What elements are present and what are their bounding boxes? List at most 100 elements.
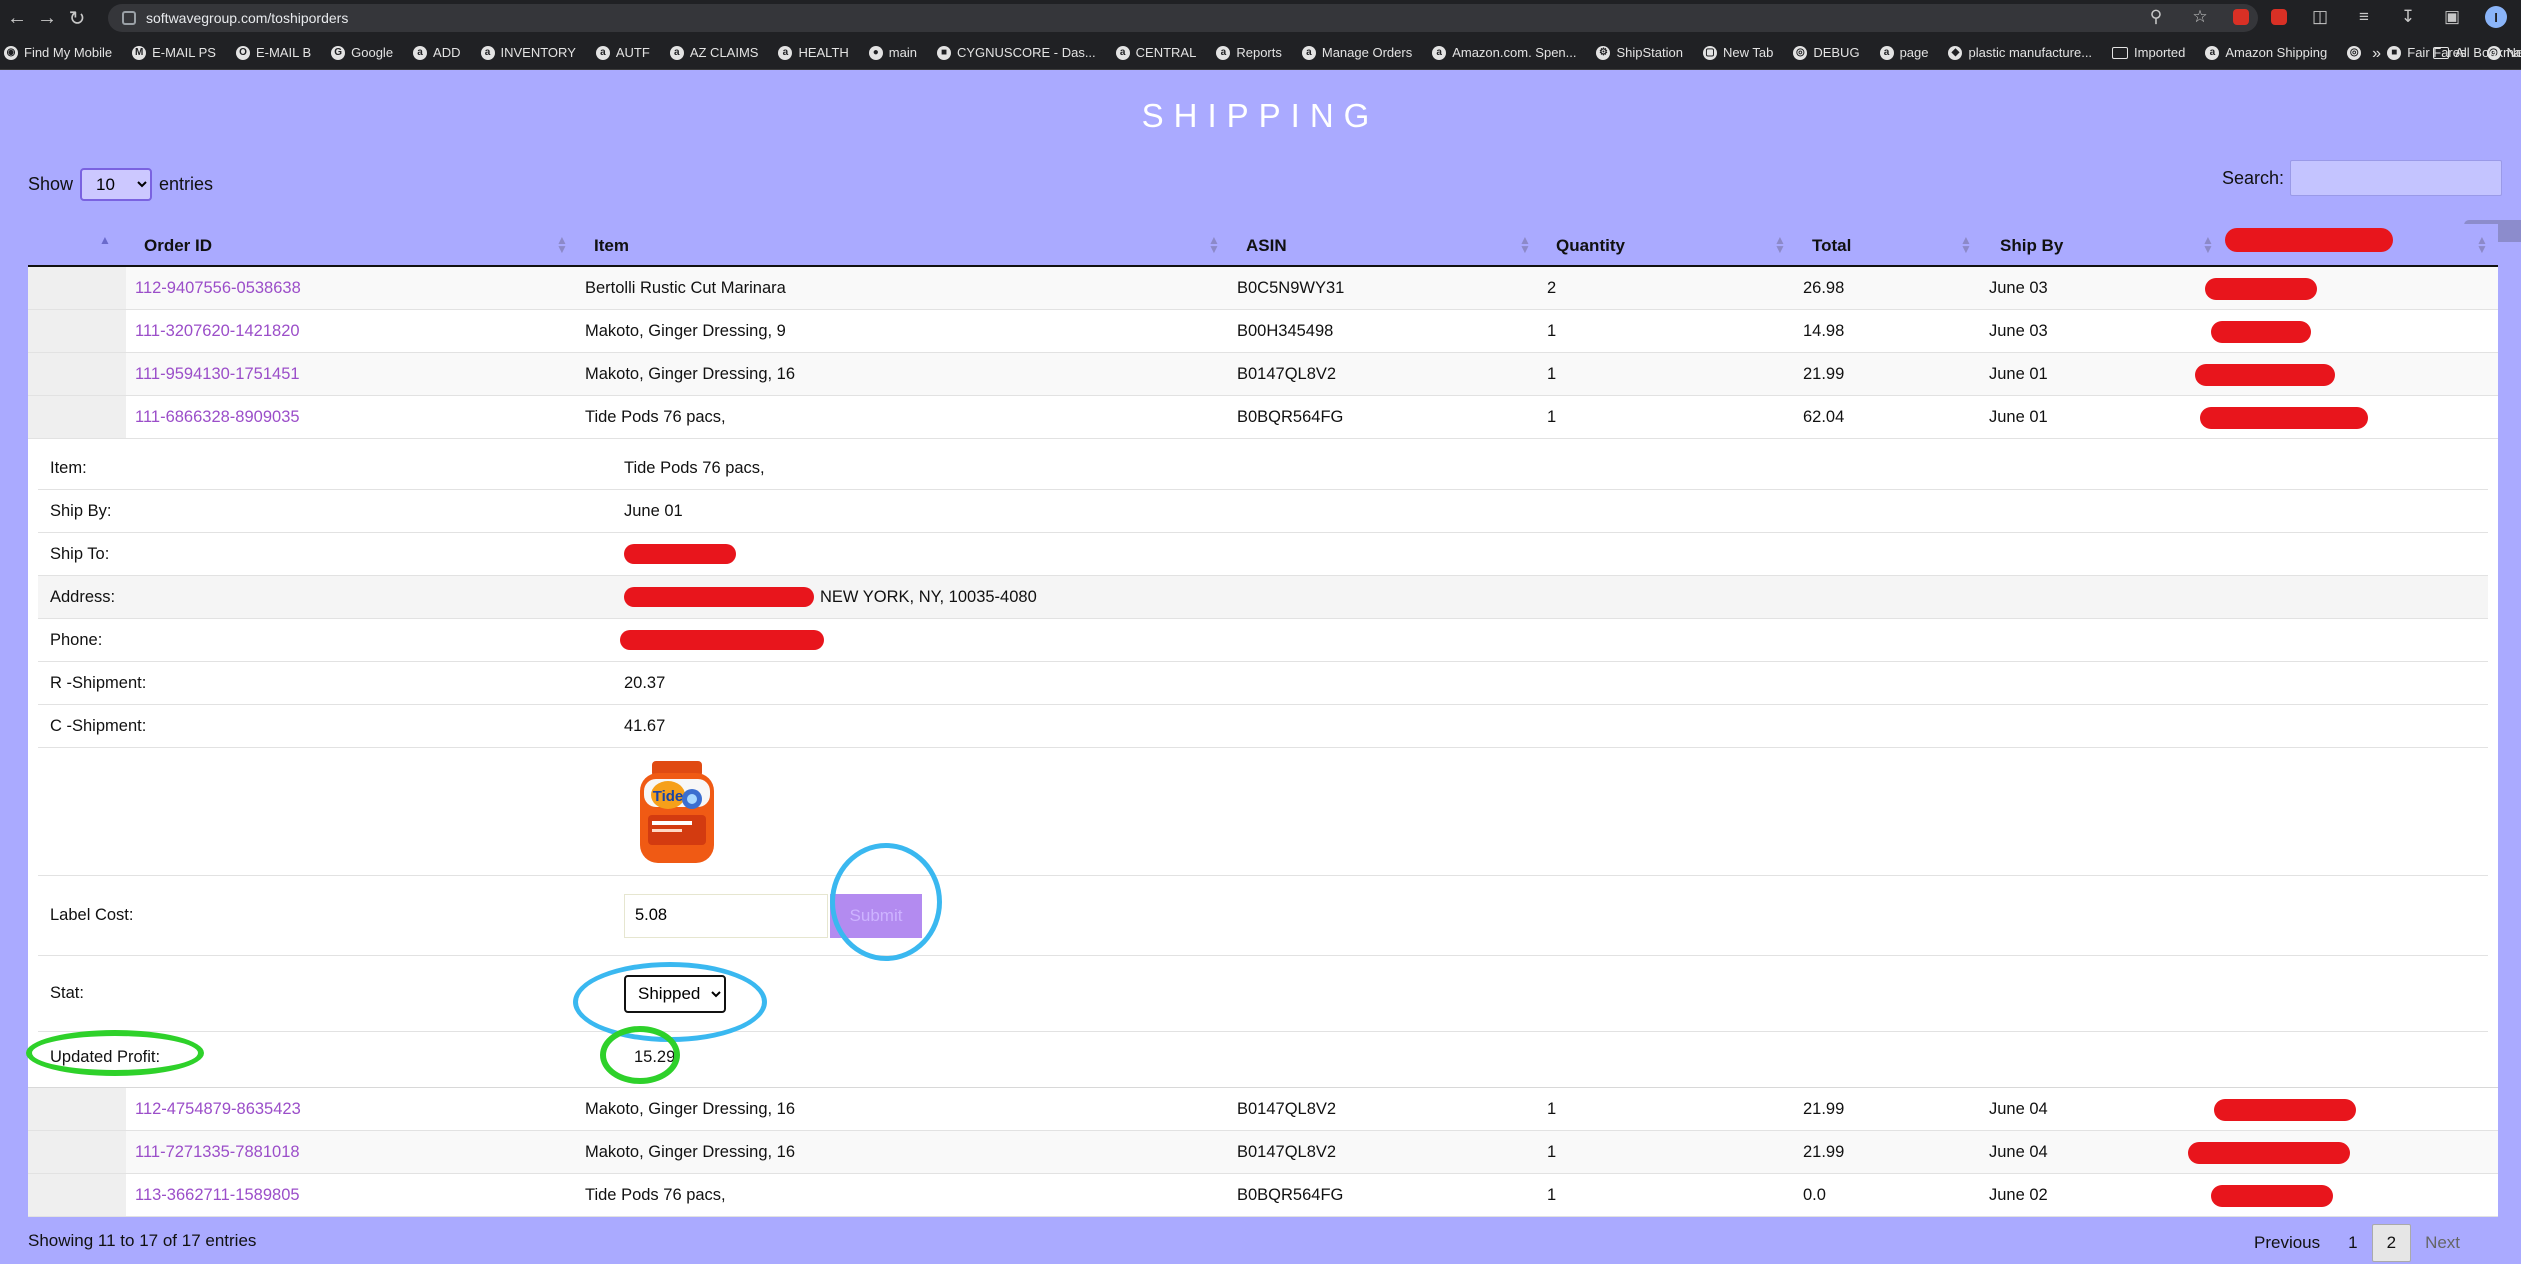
sort-icon[interactable]: ▲ ▼: [1960, 234, 1972, 255]
order-id-link[interactable]: 111-7271335-7881018: [135, 1131, 300, 1174]
download-icon[interactable]: ↧: [2397, 6, 2419, 28]
table-row[interactable]: 111-6866328-8909035 Tide Pods 76 pacs, B0B…: [28, 396, 2498, 439]
order-id-link[interactable]: 111-3207620-1421820: [135, 310, 300, 353]
sort-icon[interactable]: ▲ ▼: [2476, 234, 2488, 255]
extension-pocket-icon[interactable]: [2271, 9, 2287, 25]
detail-address-value: NEW YORK, NY, 10035-4080: [624, 587, 1037, 607]
bookmark-item[interactable]: ◎: [2347, 45, 2367, 60]
bookmark-item[interactable]: ◉ Find My Mobile: [4, 45, 112, 60]
bookmark-item[interactable]: a Amazon.com. Spen...: [1432, 45, 1576, 60]
sort-asc-icon[interactable]: ▲: [99, 234, 111, 246]
order-id-link[interactable]: 113-3662711-1589805: [135, 1174, 300, 1217]
bookmark-item[interactable]: a CENTRAL: [1115, 45, 1196, 60]
row-expand-cell[interactable]: [28, 1131, 126, 1173]
bookmark-item[interactable]: Imported: [2112, 45, 2185, 60]
extensions-puzzle-icon[interactable]: ◫: [2309, 6, 2331, 28]
row-expand-cell[interactable]: [28, 267, 126, 309]
column-header-quantity[interactable]: Quantity: [1556, 224, 1806, 267]
order-id-link[interactable]: 112-9407556-0538638: [135, 267, 301, 310]
bookmark-item[interactable]: a HEALTH: [778, 45, 849, 60]
quantity-header-label: Quantity: [1556, 235, 1625, 255]
column-header-ship-by[interactable]: Ship By: [2000, 224, 2200, 267]
detail-stat-row: Stat: Shipped: [38, 956, 2488, 1032]
bookmark-item[interactable]: a page: [1879, 45, 1928, 60]
site-info-icon[interactable]: [122, 11, 136, 25]
search-input[interactable]: [2290, 160, 2503, 196]
asin-cell: B0BQR564FG: [1237, 408, 1344, 426]
quantity-cell: 1: [1547, 1143, 1557, 1161]
column-header-order-id[interactable]: Order ID: [144, 224, 594, 267]
profile-avatar-icon[interactable]: I: [2485, 6, 2507, 28]
next-page-button[interactable]: Next: [2411, 1225, 2474, 1261]
detail-label-cost-row: Label Cost: Submit: [38, 876, 2488, 956]
bookmark-label: E-MAIL B: [255, 45, 312, 60]
bookmark-item[interactable]: ◎ DEBUG: [1793, 45, 1860, 60]
amazon-icon: a: [1115, 45, 1130, 60]
table-row[interactable]: 111-3207620-1421820 Makoto, Ginger Dressi…: [28, 310, 2498, 353]
table-row[interactable]: 112-9407556-0538638 Bertolli Rustic Cut M…: [28, 267, 2498, 310]
page-2-button[interactable]: 2: [2371, 1224, 2412, 1262]
more-bookmarks-icon[interactable]: »: [2372, 45, 2381, 63]
bookmark-item[interactable]: G Google: [331, 45, 393, 60]
bookmark-item[interactable]: a Reports: [1216, 45, 1282, 60]
bookmark-item[interactable]: a ADD: [413, 45, 461, 60]
row-expand-cell[interactable]: [28, 1174, 126, 1216]
bookmark-item[interactable]: M E-MAIL PS: [132, 45, 216, 60]
item-header-label: Item: [594, 235, 629, 255]
tide-pods-container-icon: Tide: [640, 760, 714, 863]
bookmark-item[interactable]: a Amazon Shipping: [2205, 45, 2327, 60]
table-row[interactable]: 113-3662711-1589805 Tide Pods 76 pacs, B0B…: [28, 1174, 2498, 1217]
extension-red-icon[interactable]: [2233, 9, 2249, 25]
sort-icon[interactable]: ▲ ▼: [1208, 234, 1220, 255]
sort-icon[interactable]: ▲ ▼: [1774, 234, 1786, 255]
bookmark-label: Reports: [1236, 45, 1282, 60]
page-length-select[interactable]: 102550100: [80, 168, 153, 201]
sort-icon[interactable]: ▲ ▼: [556, 234, 568, 255]
back-icon[interactable]: ←: [4, 5, 30, 31]
order-id-link[interactable]: 111-9594130-1751451: [135, 353, 300, 396]
row-expand-cell[interactable]: [28, 353, 126, 395]
column-header-asin[interactable]: ASIN: [1246, 224, 1546, 267]
quantity-cell: 1: [1547, 365, 1557, 383]
all-bookmarks-folder[interactable]: All Bookma: [2433, 45, 2521, 60]
bookmark-item[interactable]: a INVENTORY: [480, 45, 576, 60]
address-bar[interactable]: softwavegroup.com/toshiporders: [108, 4, 2258, 32]
page-1-button[interactable]: 1: [2334, 1225, 2371, 1261]
detail-address-row: Address: NEW YORK, NY, 10035-4080: [38, 576, 2488, 619]
split-view-icon[interactable]: ▣: [2441, 6, 2463, 28]
row-expand-cell[interactable]: [28, 1088, 126, 1130]
label-cost-input[interactable]: [624, 893, 828, 938]
url-text: softwavegroup.com/toshiporders: [146, 10, 349, 26]
bookmark-item[interactable]: ● main: [868, 45, 917, 60]
row-expand-cell[interactable]: [28, 396, 126, 438]
forward-icon[interactable]: →: [34, 5, 60, 31]
bookmark-item[interactable]: ◆ plastic manufacture...: [1948, 45, 2092, 60]
column-header-item[interactable]: Item: [594, 224, 1234, 267]
amazon-icon: a: [1432, 45, 1447, 60]
bookmark-item[interactable]: ⚙ ShipStation: [1596, 45, 1683, 60]
bookmark-label: INVENTORY: [500, 45, 576, 60]
bookmark-item[interactable]: ■ CYGNUSCORE - Das...: [936, 45, 1096, 60]
previous-page-button[interactable]: Previous: [2240, 1225, 2334, 1261]
table-row[interactable]: 112-4754879-8635423 Makoto, Ginger Dressi…: [28, 1088, 2498, 1131]
reading-list-icon[interactable]: ≡: [2353, 6, 2375, 28]
table-row[interactable]: 111-7271335-7881018 Makoto, Ginger Dressi…: [28, 1131, 2498, 1174]
order-id-link[interactable]: 111-6866328-8909035: [135, 396, 300, 439]
bookmark-item[interactable]: a AZ CLAIMS: [669, 45, 758, 60]
redacted-cell: [2214, 1099, 2356, 1121]
table-row[interactable]: 111-9594130-1751451 Makoto, Ginger Dressi…: [28, 353, 2498, 396]
bookmark-item[interactable]: a AUTF: [595, 45, 650, 60]
stat-select[interactable]: Shipped: [624, 974, 726, 1013]
zoom-icon[interactable]: ⚲: [2145, 6, 2167, 28]
order-id-link[interactable]: 112-4754879-8635423: [135, 1088, 301, 1131]
reload-icon[interactable]: ↻: [64, 5, 90, 31]
submit-button[interactable]: Submit: [830, 893, 922, 938]
row-expand-cell[interactable]: [28, 310, 126, 352]
sort-icon[interactable]: ▲ ▼: [2202, 234, 2214, 255]
bookmark-item[interactable]: a Manage Orders: [1301, 45, 1412, 60]
bookmark-item[interactable]: ▢ New Tab: [1702, 45, 1773, 60]
sort-icon[interactable]: ▲ ▼: [1519, 234, 1531, 255]
bookmark-star-icon[interactable]: ☆: [2189, 6, 2211, 28]
bookmark-item[interactable]: O E-MAIL B: [235, 45, 312, 60]
detail-address-label: Address:: [50, 587, 116, 606]
